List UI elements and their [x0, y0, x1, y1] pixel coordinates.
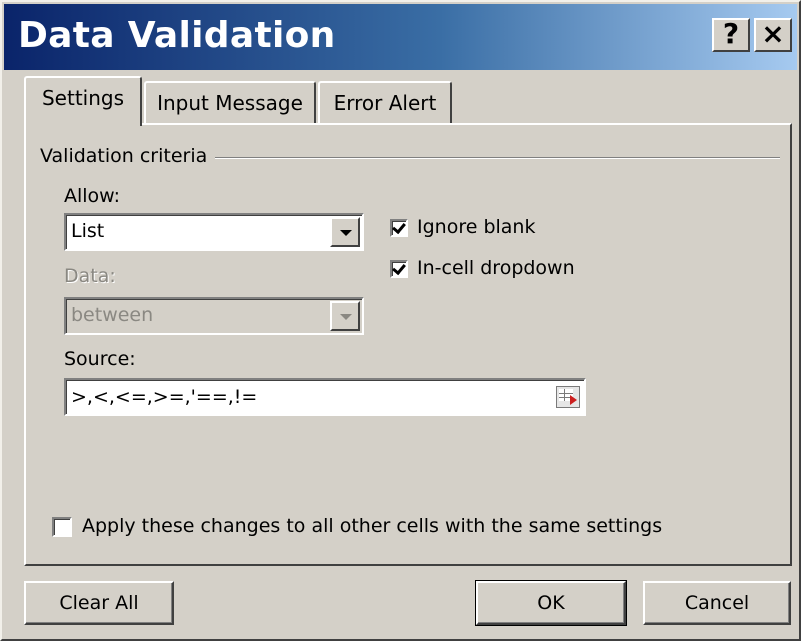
clear-all-button[interactable]: Clear All: [24, 581, 174, 625]
settings-panel: Validation criteria Allow: List Ignore b…: [24, 123, 792, 566]
chevron-down-icon[interactable]: [330, 217, 360, 247]
data-dropdown: between: [64, 297, 364, 335]
ignore-blank-label[interactable]: Ignore blank: [417, 216, 535, 238]
chevron-down-icon: [330, 301, 360, 331]
data-validation-dialog: Data Validation ? × Settings Input Messa…: [0, 0, 801, 641]
in-cell-dropdown-label[interactable]: In-cell dropdown: [417, 257, 575, 279]
tab-settings[interactable]: Settings: [24, 76, 142, 126]
apply-all-label[interactable]: Apply these changes to all other cells w…: [82, 515, 662, 537]
help-button[interactable]: ?: [712, 18, 750, 52]
ignore-blank-checkbox[interactable]: [390, 219, 408, 237]
dialog-title: Data Validation: [18, 15, 336, 56]
allow-value: List: [71, 220, 105, 242]
group-divider: [206, 157, 780, 159]
allow-dropdown[interactable]: List: [64, 213, 364, 251]
arrow-icon: [570, 395, 577, 405]
ok-button[interactable]: OK: [475, 580, 627, 626]
validation-criteria-label: Validation criteria: [40, 145, 216, 167]
allow-label: Allow:: [64, 185, 121, 207]
source-value: >,<,<=,>=,'==,!=: [71, 386, 258, 408]
source-input[interactable]: >,<,<=,>=,'==,!=: [64, 378, 586, 416]
data-label: Data:: [64, 265, 116, 287]
close-button[interactable]: ×: [754, 18, 792, 52]
tab-input-message[interactable]: Input Message: [144, 81, 316, 123]
apply-all-checkbox[interactable]: [52, 517, 72, 537]
cancel-button[interactable]: Cancel: [643, 581, 791, 625]
title-bar[interactable]: Data Validation ? ×: [4, 4, 797, 70]
in-cell-dropdown-checkbox[interactable]: [390, 260, 408, 278]
collapse-dialog-icon[interactable]: [556, 386, 580, 408]
source-label: Source:: [64, 348, 136, 370]
tab-error-alert[interactable]: Error Alert: [318, 81, 452, 123]
data-value: between: [71, 304, 154, 326]
